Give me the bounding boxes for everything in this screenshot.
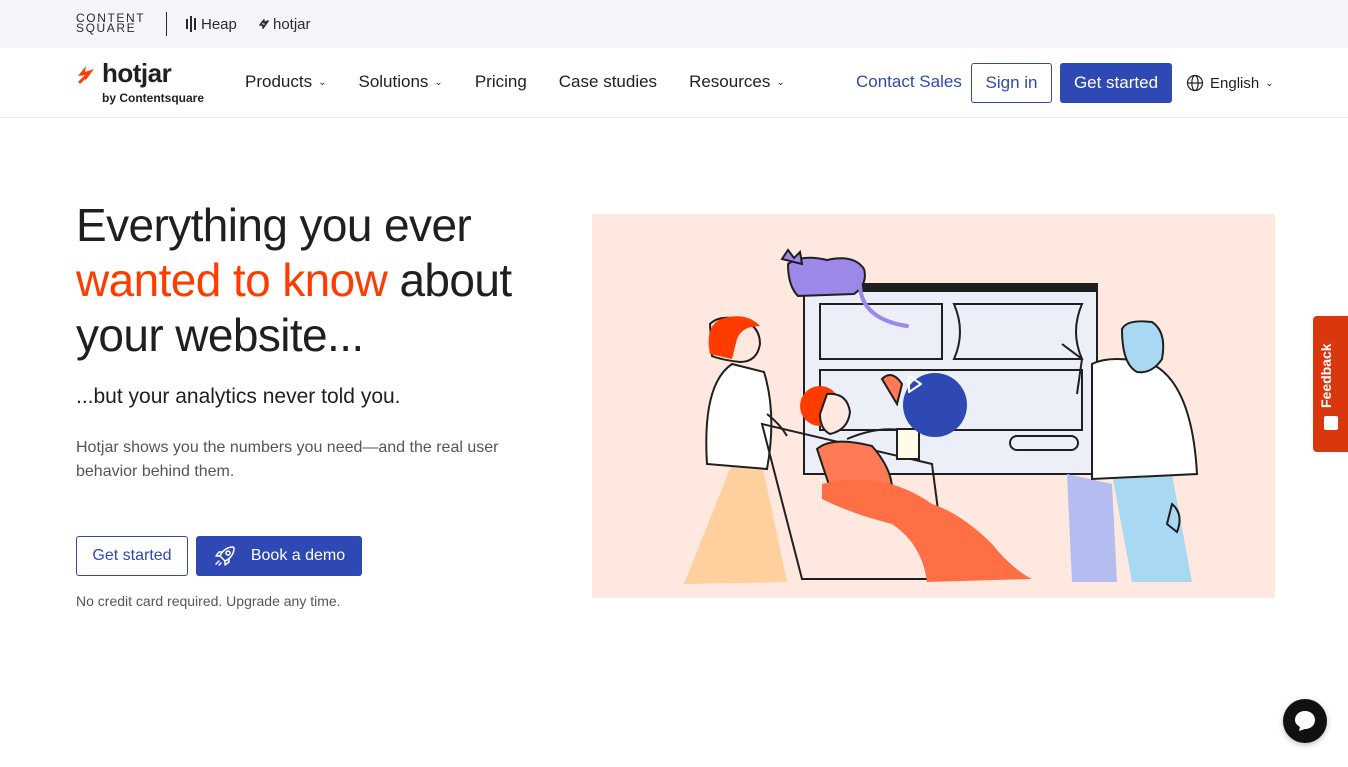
language-selector[interactable]: English ⌄ bbox=[1186, 74, 1274, 92]
nav-item-resources[interactable]: Resources ⌄ bbox=[689, 72, 785, 92]
logo-wordmark: hotjar bbox=[102, 58, 172, 88]
no-credit-card-note: No credit card required. Upgrade any tim… bbox=[76, 593, 341, 609]
brand-bar: CONTENT SQUARE Heap hotjar bbox=[0, 0, 1348, 48]
nav-item-label: Products bbox=[245, 72, 313, 91]
nav-get-started-button[interactable]: Get started bbox=[1060, 63, 1172, 103]
chevron-down-icon: ⌄ bbox=[434, 76, 443, 88]
hotjar-small-label: hotjar bbox=[273, 15, 311, 33]
nav-item-label: Pricing bbox=[474, 72, 527, 91]
contentsquare-logo[interactable]: CONTENT SQUARE bbox=[76, 12, 145, 35]
play-icon bbox=[908, 375, 922, 393]
nav-item-label: Solutions bbox=[358, 72, 429, 91]
chevron-down-icon: ⌄ bbox=[318, 76, 327, 88]
hotjar-small-flame-icon bbox=[259, 19, 269, 29]
heap-bars-icon bbox=[186, 16, 196, 32]
hero-description: Hotjar shows you the numbers you need—an… bbox=[76, 439, 499, 480]
hotjar-flame-icon bbox=[78, 66, 94, 84]
book-demo-button[interactable]: Book a demo bbox=[196, 536, 362, 576]
brand-bar-divider bbox=[166, 12, 167, 36]
hotjar-logo[interactable]: hotjar by Contentsquare bbox=[76, 58, 216, 108]
feedback-icon bbox=[1324, 416, 1338, 430]
nav-item-solutions[interactable]: Solutions ⌄ bbox=[358, 72, 442, 92]
heap-logo[interactable]: Heap bbox=[186, 15, 237, 33]
nav-item-label: Resources bbox=[689, 72, 771, 91]
main-nav: hotjar by Contentsquare Products ⌄ Solut… bbox=[0, 48, 1348, 118]
chat-bubble-icon bbox=[1295, 711, 1315, 731]
contentsquare-logo-line2: SQUARE bbox=[76, 21, 137, 35]
video-play-button[interactable] bbox=[903, 373, 967, 437]
headline-highlight: wanted to know bbox=[76, 254, 388, 306]
chevron-down-icon: ⌄ bbox=[776, 76, 785, 88]
feedback-label: Feedback bbox=[1318, 343, 1334, 408]
feedback-tab[interactable]: Feedback bbox=[1313, 316, 1348, 452]
logo-byline: by Contentsquare bbox=[102, 91, 205, 105]
sign-in-button[interactable]: Sign in bbox=[971, 63, 1052, 103]
nav-item-label: Case studies bbox=[558, 72, 658, 91]
heap-label: Heap bbox=[201, 15, 237, 33]
language-label: English bbox=[1210, 74, 1260, 92]
chat-widget-button[interactable] bbox=[1283, 699, 1327, 743]
hero-headline: Everything you ever wanted to know about… bbox=[76, 198, 576, 363]
hero-get-started-button[interactable]: Get started bbox=[76, 536, 188, 576]
rocket-icon bbox=[215, 546, 235, 566]
book-demo-label: Book a demo bbox=[250, 547, 346, 564]
contact-sales-link[interactable]: Contact Sales bbox=[856, 72, 962, 92]
nav-item-pricing[interactable]: Pricing bbox=[475, 72, 527, 92]
hero-video-illustration[interactable] bbox=[592, 214, 1275, 598]
headline-part1: Everything you ever bbox=[76, 199, 472, 251]
hotjar-small-logo[interactable]: hotjar bbox=[258, 15, 311, 33]
nav-item-products[interactable]: Products ⌄ bbox=[245, 72, 326, 92]
hero-subheadline: ...but your analytics never told you. bbox=[76, 385, 401, 408]
nav-item-case-studies[interactable]: Case studies bbox=[559, 72, 657, 92]
chevron-down-icon: ⌄ bbox=[1265, 77, 1274, 89]
globe-icon bbox=[1186, 74, 1204, 92]
nav-menu: Products ⌄ Solutions ⌄ Pricing Case stud… bbox=[245, 72, 817, 92]
